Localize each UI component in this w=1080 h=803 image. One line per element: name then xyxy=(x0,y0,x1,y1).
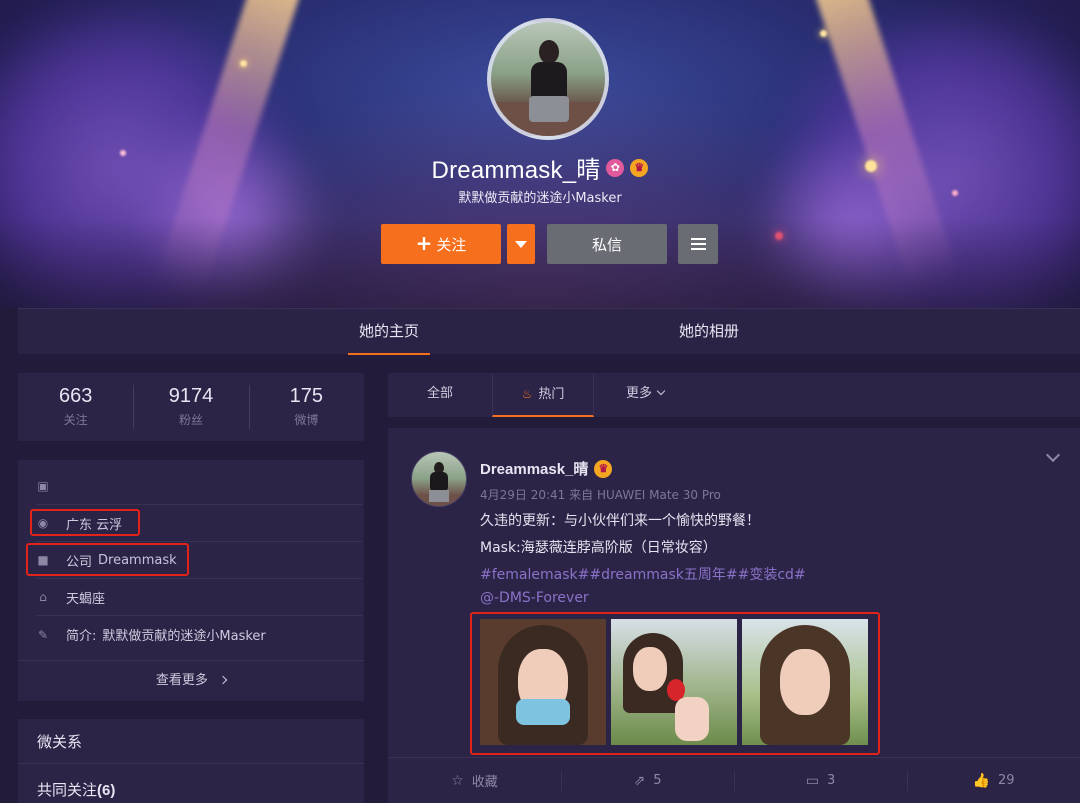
post-text-line-1: 久违的更新：与小伙伴们来一个愉快的野餐！ xyxy=(480,513,760,529)
thumbs-up-icon: 👍 xyxy=(972,772,990,789)
comment-icon: ▭ xyxy=(805,772,819,789)
caret-down-icon xyxy=(515,240,527,248)
info-row-company: ■ 公司 Dreammask xyxy=(36,542,362,579)
profile-bio: 默默做贡献的迷途小Masker xyxy=(458,191,622,206)
relations-panel: 微关系 共同关注(6) xyxy=(18,719,364,803)
info-row-location: ◉ 广东 云浮 xyxy=(36,505,362,542)
view-more-link[interactable]: 查看更多 xyxy=(18,660,364,701)
chevron-down-icon xyxy=(656,386,666,396)
menu-icon xyxy=(690,238,706,240)
info-panel: ▣ ◉ 广东 云浮 ■ 公司 Dreammask ⌂ 天蝎座 ✎ 简介: 默默做… xyxy=(18,460,364,701)
chevron-right-icon xyxy=(218,675,228,685)
plus-icon: + xyxy=(415,231,433,255)
post-text-line-2: Mask:海瑟薇连脖高阶版（日常妆容） xyxy=(480,540,717,556)
profile-tabs: 她的主页 她的相册 xyxy=(18,308,1080,355)
filter-tab-hot[interactable]: ♨ 热门 xyxy=(492,373,594,417)
comment-button[interactable]: ▭ 3 xyxy=(734,758,907,803)
edit-icon: ✎ xyxy=(37,627,49,642)
follow-button[interactable]: + 关注 xyxy=(381,224,501,264)
relations-title: 微关系 xyxy=(37,733,83,751)
info-row-intro: ✎ 简介: 默默做贡献的迷途小Masker xyxy=(37,627,266,645)
verified-badge-icon[interactable]: ✿ xyxy=(606,158,625,177)
vip-crown-icon: ♛ xyxy=(594,459,613,478)
profile-avatar[interactable] xyxy=(487,18,609,140)
post-photo[interactable] xyxy=(611,619,737,745)
star-icon: ☆ xyxy=(451,772,464,789)
location-text: 广东 云浮 xyxy=(66,517,123,533)
feed-post: Dreammask_晴 ♛ 4月29日 20:41 来自 HUAWEI Mate… xyxy=(388,428,1080,803)
stat-following[interactable]: 663 关注 xyxy=(18,373,133,441)
repost-button[interactable]: ⇗ 5 xyxy=(561,758,734,803)
post-options-chevron-icon[interactable] xyxy=(1045,447,1061,463)
favorite-button[interactable]: ☆ 收藏 xyxy=(388,758,561,803)
post-action-bar: ☆ 收藏 ⇗ 5 ▭ 3 👍 29 xyxy=(388,757,1080,803)
flame-icon: ♨ xyxy=(521,387,533,401)
post-photo[interactable] xyxy=(480,619,606,745)
more-menu-button[interactable] xyxy=(678,224,718,264)
post-username[interactable]: Dreammask_晴 ♛ xyxy=(480,458,613,479)
post-hashtags[interactable]: #femalemask##dreammask五周年##变装cd# xyxy=(480,564,806,584)
stat-followers[interactable]: 9174 粉丝 xyxy=(133,373,248,441)
feed-filter-bar: 全部 ♨ 热门 更多 xyxy=(388,373,1080,417)
location-pin-icon: ◉ xyxy=(37,516,49,530)
message-button[interactable]: 私信 xyxy=(547,224,667,264)
stats-panel: 663 关注 9174 粉丝 175 微博 xyxy=(18,373,364,441)
tab-home[interactable]: 她的主页 xyxy=(348,309,430,355)
cake-icon: ⌂ xyxy=(39,590,47,604)
info-row-tag: ▣ xyxy=(36,468,362,505)
company-link[interactable]: Dreammask xyxy=(98,553,177,568)
profile-name-row: Dreammask_晴 ✿ ♛ xyxy=(0,150,1080,185)
post-photo-grid xyxy=(480,619,868,745)
briefcase-icon: ■ xyxy=(37,553,49,567)
share-icon: ⇗ xyxy=(633,772,646,789)
profile-name: Dreammask_晴 xyxy=(431,157,601,184)
post-photo[interactable] xyxy=(742,619,868,745)
filter-tab-more[interactable]: 更多 xyxy=(610,373,680,417)
like-button[interactable]: 👍 29 xyxy=(907,758,1080,803)
info-row-birthday: ⌂ 天蝎座 xyxy=(36,579,362,616)
post-avatar[interactable] xyxy=(411,451,467,507)
tab-album[interactable]: 她的相册 xyxy=(668,309,750,355)
post-source[interactable]: HUAWEI Mate 30 Pro xyxy=(597,488,721,502)
post-mention[interactable]: @-DMS-Forever xyxy=(480,590,589,606)
profile-actions: + 关注 私信 xyxy=(381,224,718,264)
post-time[interactable]: 4月29日 20:41 xyxy=(480,488,565,502)
vip-crown-icon[interactable]: ♛ xyxy=(630,158,649,177)
filter-tab-all[interactable]: 全部 xyxy=(408,373,472,417)
stat-posts[interactable]: 175 微博 xyxy=(248,373,364,441)
follow-options-button[interactable] xyxy=(507,224,535,264)
post-meta: 4月29日 20:41 来自 HUAWEI Mate 30 Pro xyxy=(480,488,721,502)
bookmark-icon: ▣ xyxy=(37,479,49,493)
common-follow-link[interactable]: 共同关注(6) xyxy=(37,779,115,800)
